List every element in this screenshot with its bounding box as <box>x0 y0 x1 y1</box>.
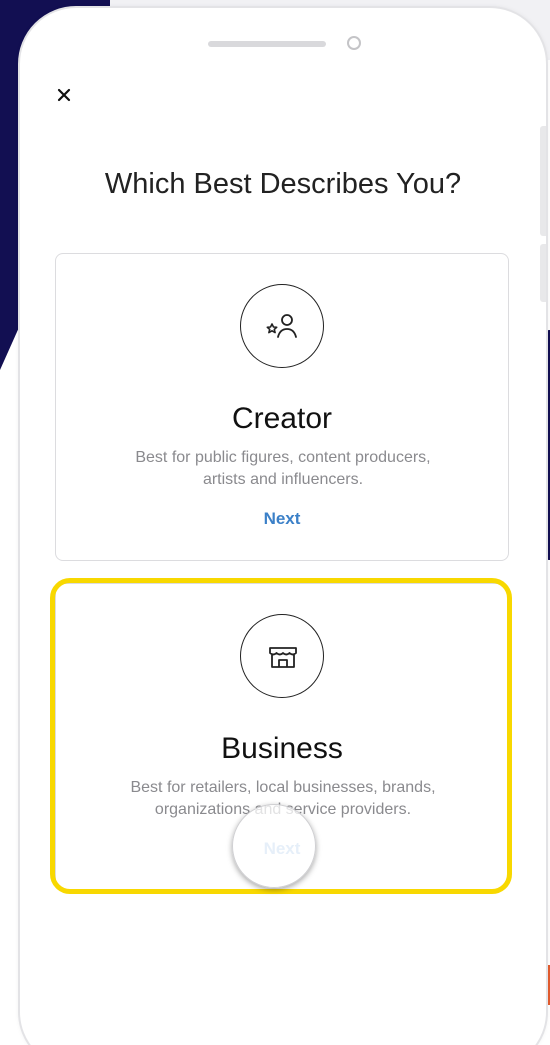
camera-dot <box>347 36 361 50</box>
creator-next-button[interactable]: Next <box>56 509 508 529</box>
tap-indicator <box>232 804 316 888</box>
creator-option-card[interactable]: Creator Best for public figures, content… <box>55 253 509 561</box>
close-icon[interactable] <box>53 84 75 106</box>
speaker-bar <box>208 41 326 47</box>
page-title: Which Best Describes You? <box>104 168 462 200</box>
side-button <box>540 244 546 302</box>
creator-title: Creator <box>231 402 333 435</box>
creator-description-line: Best for public figures, content produce… <box>135 449 431 466</box>
creator-description-line: artists and influencers. <box>202 471 364 488</box>
creator-icon <box>240 284 324 368</box>
